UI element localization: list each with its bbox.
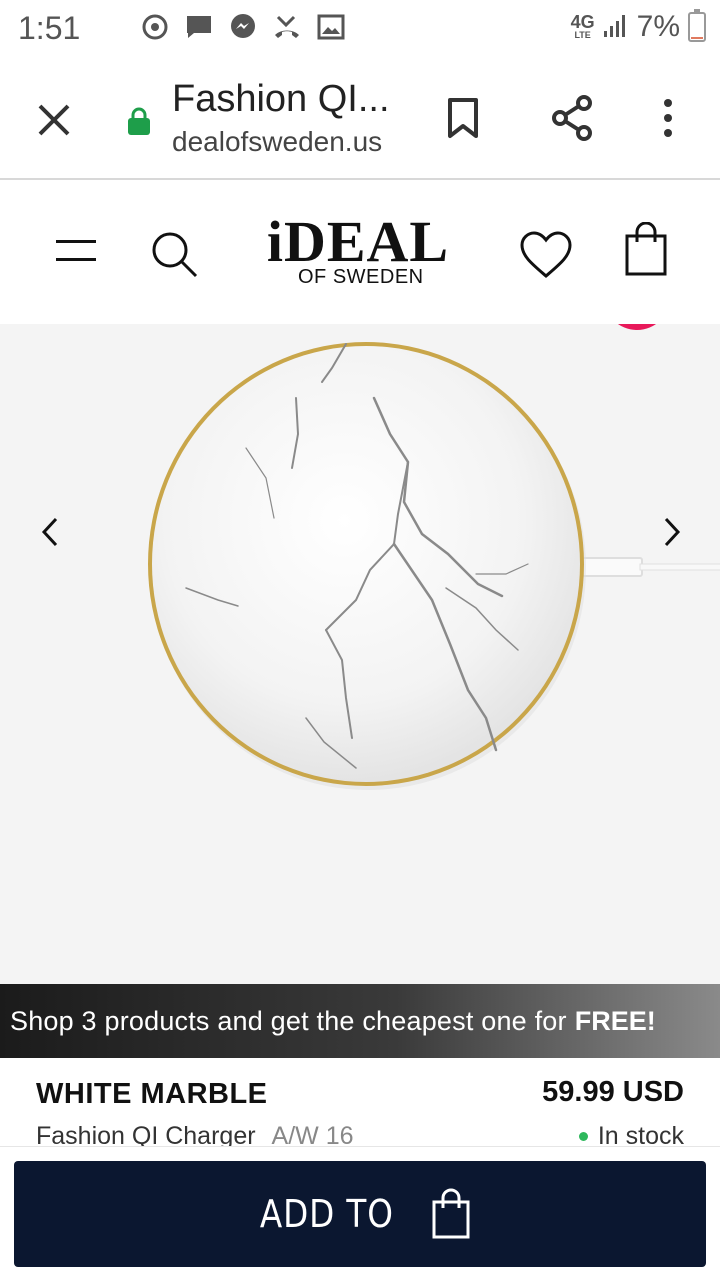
product-price: 59.99 USD [542, 1076, 684, 1108]
sale-badge [604, 324, 670, 330]
sync-icon [140, 12, 170, 42]
search-icon[interactable] [148, 228, 202, 282]
network-indicator: 4G LTE [570, 12, 595, 40]
product-type: Fashion QI Charger [36, 1122, 256, 1146]
stock-status: In stock [578, 1122, 684, 1146]
battery-icon [688, 9, 706, 42]
add-to-cart-button[interactable]: ADD TO [14, 1161, 706, 1267]
missed-call-icon [272, 12, 302, 42]
previous-image-button[interactable] [30, 512, 70, 552]
bookmark-icon [448, 98, 478, 138]
add-to-cart-label: ADD TO [260, 1192, 394, 1236]
product-info: WHITE MARBLE Fashion QI Charger A/W 16 59… [0, 1058, 720, 1146]
status-time: 1:51 [18, 10, 81, 46]
chevron-right-icon [664, 517, 681, 547]
brand-logo[interactable]: iDEAL OF SWEDEN [258, 212, 458, 296]
charger-cable [572, 557, 720, 577]
promo-banner[interactable]: Shop 3 products and get the cheapest one… [0, 984, 720, 1058]
stock-dot-icon [578, 1132, 588, 1141]
more-vert-icon [664, 99, 672, 137]
close-icon [38, 104, 70, 136]
heart-icon[interactable] [518, 230, 574, 280]
overflow-menu-button[interactable] [648, 90, 688, 146]
battery-percent: 7% [636, 10, 680, 43]
notification-icons [140, 12, 346, 42]
next-image-button[interactable] [652, 512, 692, 552]
page-url[interactable]: dealofsweden.us [172, 126, 382, 158]
product-season: A/W 16 [271, 1122, 354, 1146]
shopping-bag-icon [432, 1188, 470, 1239]
messenger-icon [228, 12, 258, 42]
browser-toolbar: Fashion QI... dealofsweden.us [0, 56, 720, 180]
lock-icon [126, 106, 152, 136]
chat-icon [184, 12, 214, 42]
page-title: Fashion QI... [172, 78, 390, 120]
brand-name: iDEAL [266, 209, 450, 274]
share-button[interactable] [544, 90, 600, 146]
product-subtitle: Fashion QI Charger A/W 16 [36, 1122, 354, 1146]
site-header: iDEAL OF SWEDEN [0, 182, 720, 324]
add-to-cart-area: ADD TO [0, 1146, 720, 1280]
hamburger-menu-icon[interactable] [52, 232, 100, 268]
promo-text: Shop 3 products and get the cheapest one… [10, 1005, 567, 1036]
status-right: 4G LTE 7% [570, 9, 706, 44]
shopping-bag-icon[interactable] [622, 221, 670, 278]
stock-label: In stock [597, 1122, 684, 1146]
promo-highlight: FREE! [574, 1005, 656, 1036]
signal-icon [603, 11, 629, 44]
chevron-left-icon [41, 517, 58, 547]
close-tab-button[interactable] [30, 96, 78, 144]
bookmark-button[interactable] [438, 90, 488, 146]
share-icon [552, 95, 592, 141]
image-icon [316, 12, 346, 42]
status-bar: 1:51 4G LTE 7% [0, 0, 720, 56]
product-image [148, 342, 586, 790]
product-gallery[interactable] [0, 324, 720, 984]
product-name: WHITE MARBLE [36, 1078, 268, 1110]
